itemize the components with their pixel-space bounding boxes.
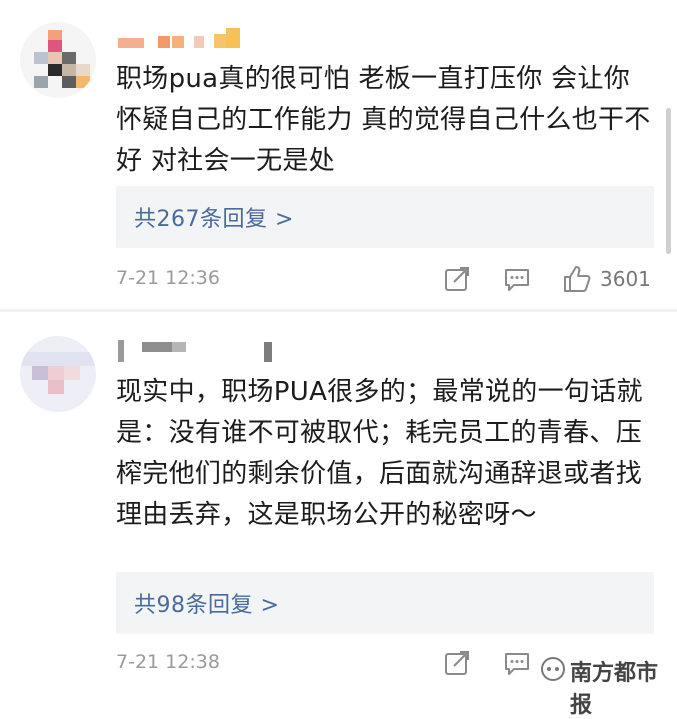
scrollbar[interactable]	[666, 108, 671, 254]
comment-icon[interactable]	[502, 264, 532, 294]
like-count: 3601	[600, 267, 651, 291]
timestamp: 7-21 12:38	[116, 651, 220, 673]
comment-text: 现实中，职场PUA很多的；最常说的一句话就是：没有谁不可被取代；耗完员工的青春、…	[116, 377, 643, 530]
comment-text: 职场pua真的很可怕 老板一直打压你 会让你怀疑自己的工作能力 真的觉得自己什么…	[116, 64, 651, 176]
replies-count-label: 共267条回复 >	[134, 207, 294, 232]
avatar[interactable]	[20, 336, 96, 412]
view-replies-button[interactable]: 共267条回复 >	[116, 186, 654, 248]
wechat-logo-icon	[541, 657, 565, 681]
view-replies-button[interactable]: 共98条回复 >	[116, 572, 654, 634]
thumbs-up-icon[interactable]	[562, 264, 592, 294]
comment-meta: 7-21 12:36 3601	[116, 264, 656, 296]
comment-icon[interactable]	[502, 648, 532, 678]
avatar[interactable]	[20, 22, 96, 98]
publisher-watermark: 南方都市报	[540, 652, 670, 718]
timestamp: 7-21 12:36	[116, 267, 220, 289]
comment-card: 职场pua真的很可怕 老板一直打压你 会让你怀疑自己的工作能力 真的觉得自己什么…	[0, 0, 677, 308]
share-icon[interactable]	[442, 648, 472, 678]
share-icon[interactable]	[442, 264, 472, 294]
comment-card: 现实中，职场PUA很多的；最常说的一句话就是：没有谁不可被取代；耗完员工的青春、…	[0, 312, 677, 699]
watermark-text: 南方都市报	[570, 661, 659, 718]
replies-count-label: 共98条回复 >	[134, 593, 280, 618]
